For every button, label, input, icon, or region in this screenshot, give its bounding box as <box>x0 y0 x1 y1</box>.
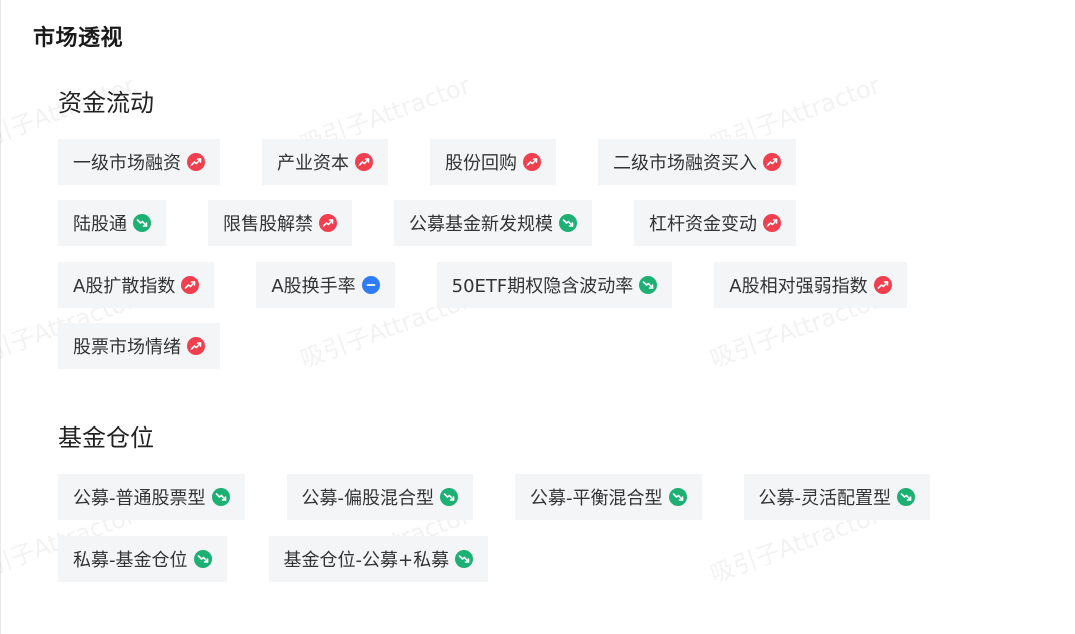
tag-label: 公募-平衡混合型 <box>530 488 663 509</box>
trend-up-icon <box>187 153 205 171</box>
trend-down-icon <box>639 276 658 294</box>
trend-up-icon <box>319 214 337 232</box>
tag-label: 产业资本 <box>277 153 349 174</box>
tag-item[interactable]: 一级市场融资 <box>58 139 220 185</box>
tag-item[interactable]: 公募-平衡混合型 <box>515 474 702 520</box>
tag-label: 公募-偏股混合型 <box>301 488 435 509</box>
tag-item[interactable]: 私募-基金仓位 <box>58 536 227 582</box>
tag-label: A股换手率 <box>271 276 356 297</box>
tag-label: 一级市场融资 <box>73 153 181 174</box>
tag-item[interactable]: 产业资本 <box>262 139 388 185</box>
section-title-fund-position: 基金仓位 <box>58 424 154 452</box>
trend-down-icon <box>668 488 687 506</box>
tag-label: 公募-灵活配置型 <box>758 488 892 509</box>
tag-item[interactable]: 股份回购 <box>430 139 556 185</box>
trend-down-icon <box>211 488 230 506</box>
trend-down-icon <box>193 550 212 568</box>
tag-label: A股扩散指数 <box>73 276 176 297</box>
tag-item[interactable]: 杠杆资金变动 <box>634 200 796 246</box>
tag-label: A股相对强弱指数 <box>729 276 868 297</box>
trend-up-icon <box>187 337 205 355</box>
tag-item[interactable]: 二级市场融资买入 <box>598 139 796 185</box>
trend-up-icon <box>763 153 781 171</box>
trend-down-icon <box>897 488 915 506</box>
trend-up-icon <box>763 214 781 232</box>
tag-item[interactable]: 基金仓位-公募+私募 <box>268 536 489 582</box>
trend-up-icon <box>873 276 892 294</box>
trend-flat-icon <box>361 276 380 294</box>
tag-label: 基金仓位-公募+私募 <box>283 550 450 571</box>
section-title-capital-flow: 资金流动 <box>58 89 154 117</box>
tag-item[interactable]: 陆股通 <box>58 200 166 246</box>
tag-item[interactable]: A股扩散指数 <box>58 262 215 308</box>
tag-row: A股扩散指数 A股换手率 50ETF期权隐含波动率 A股相对强弱指数 <box>58 262 907 308</box>
tag-row: 私募-基金仓位 基金仓位-公募+私募 <box>58 536 489 582</box>
tag-row: 公募-普通股票型 公募-偏股混合型 公募-平衡混合型 公募-灵活配置型 <box>58 474 930 520</box>
tag-label: 公募-普通股票型 <box>73 488 206 509</box>
left-divider <box>0 0 1 634</box>
tag-row: 一级市场融资 产业资本 股份回购 二级市场融资买入 <box>58 139 796 185</box>
tag-item[interactable]: 公募-灵活配置型 <box>743 474 930 520</box>
tag-row: 陆股通 限售股解禁 公募基金新发规模 杠杆资金变动 <box>58 200 796 246</box>
tag-label: 股份回购 <box>445 153 517 174</box>
trend-down-icon <box>133 214 151 232</box>
trend-down-icon <box>440 488 458 506</box>
tag-label: 陆股通 <box>73 214 127 235</box>
page-title: 市场透视 <box>33 26 124 51</box>
trend-down-icon <box>455 550 474 568</box>
tag-item[interactable]: 股票市场情绪 <box>58 323 220 369</box>
tag-item[interactable]: 50ETF期权隐含波动率 <box>436 262 673 308</box>
tag-item[interactable]: A股相对强弱指数 <box>714 262 907 308</box>
tag-item[interactable]: 公募-偏股混合型 <box>286 474 473 520</box>
tag-label: 限售股解禁 <box>223 214 313 235</box>
tag-label: 二级市场融资买入 <box>613 153 757 174</box>
trend-up-icon <box>355 153 373 171</box>
tag-label: 50ETF期权隐含波动率 <box>451 276 634 297</box>
tag-item[interactable]: A股换手率 <box>256 262 395 308</box>
tag-item[interactable]: 公募-普通股票型 <box>58 474 245 520</box>
trend-down-icon <box>559 214 577 232</box>
trend-up-icon <box>523 153 541 171</box>
tag-label: 股票市场情绪 <box>73 337 181 358</box>
tag-label: 私募-基金仓位 <box>73 550 188 571</box>
trend-up-icon <box>181 276 200 294</box>
tag-item[interactable]: 限售股解禁 <box>208 200 352 246</box>
tag-label: 杠杆资金变动 <box>649 214 757 235</box>
tag-item[interactable]: 公募基金新发规模 <box>394 200 592 246</box>
tag-label: 公募基金新发规模 <box>409 214 553 235</box>
tag-row: 股票市场情绪 <box>58 323 220 369</box>
